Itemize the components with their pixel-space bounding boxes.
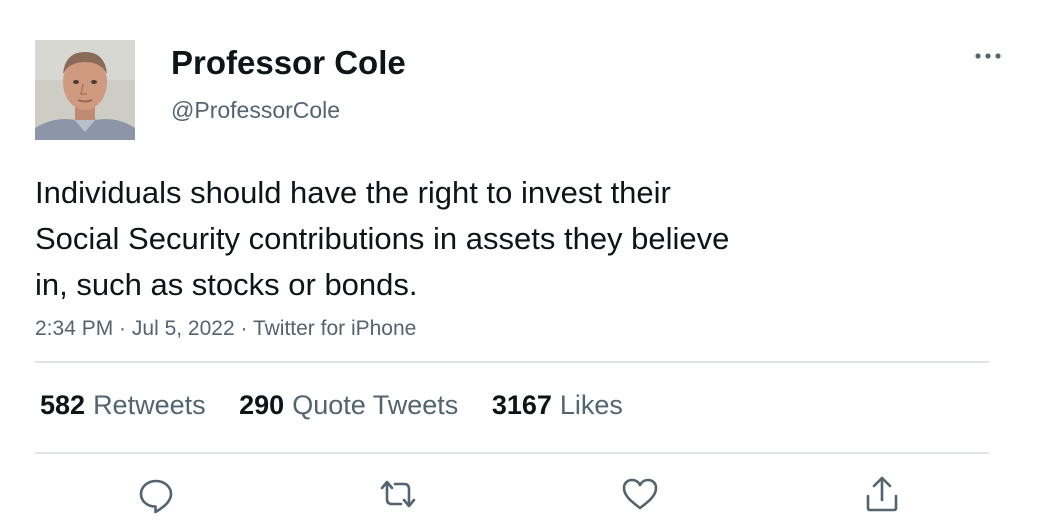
likes-label: Likes	[559, 390, 623, 420]
share-icon	[866, 476, 898, 512]
retweets-label: Retweets	[93, 390, 206, 420]
tweet-source[interactable]: Twitter for iPhone	[253, 317, 416, 340]
share-button[interactable]	[860, 472, 904, 516]
quote-tweets-count: 290	[239, 390, 285, 420]
more-options-button[interactable]	[968, 40, 1008, 72]
like-icon	[622, 478, 658, 510]
retweets-stat[interactable]: 582 Retweets	[40, 387, 206, 423]
divider	[35, 361, 989, 363]
tweet-date[interactable]: Jul 5, 2022	[132, 317, 235, 340]
meta-separator: ·	[234, 317, 253, 340]
handle[interactable]: @ProfessorCole	[171, 96, 340, 124]
quote-tweets-stat[interactable]: 290 Quote Tweets	[239, 387, 458, 423]
reply-icon	[139, 479, 173, 514]
tweet-time[interactable]: 2:34 PM	[35, 317, 113, 340]
more-icon	[975, 53, 1001, 59]
likes-count: 3167	[491, 390, 552, 420]
retweet-icon	[380, 480, 416, 508]
like-button[interactable]	[618, 472, 662, 516]
tweet-stats: 582 Retweets 290 Quote Tweets 3167 Likes	[40, 387, 649, 423]
tweet-card: Professor Cole @ProfessorCole Individual…	[0, 0, 1050, 525]
reply-button[interactable]	[134, 472, 178, 516]
tweet-text: Individuals should have the right to inv…	[35, 175, 730, 302]
divider	[35, 452, 989, 454]
avatar-image	[35, 40, 135, 140]
tweet-meta: 2:34 PM · Jul 5, 2022 · Twitter for iPho…	[35, 315, 416, 343]
quote-tweets-label: Quote Tweets	[292, 390, 459, 420]
meta-separator: ·	[113, 317, 132, 340]
avatar[interactable]	[35, 40, 135, 140]
display-name[interactable]: Professor Cole	[171, 43, 406, 83]
likes-stat[interactable]: 3167 Likes	[492, 387, 623, 423]
retweets-count: 582	[40, 390, 86, 420]
retweet-button[interactable]	[376, 472, 420, 516]
